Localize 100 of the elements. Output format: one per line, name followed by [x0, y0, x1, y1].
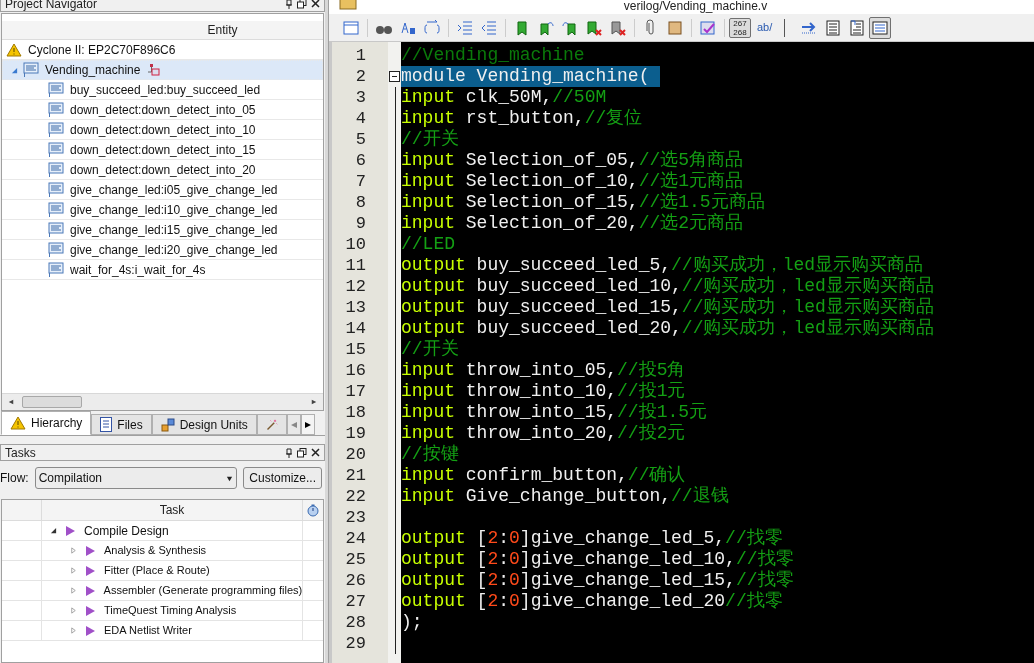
tree-item[interactable]: down_detect:down_detect_into_15 — [2, 140, 323, 160]
entity-icon — [48, 201, 64, 218]
task-item[interactable]: Fitter (Place & Route) — [104, 562, 210, 579]
code-line: input Give_change_button,//退钱 — [401, 486, 729, 507]
line-number: 14 — [344, 318, 367, 339]
line-number: 23 — [344, 507, 367, 528]
scroll-right-icon[interactable] — [311, 399, 317, 405]
line-number: 7 — [354, 171, 367, 192]
code-line: output [2:0]give_change_led_10,//找零 — [401, 549, 794, 570]
warning-triangle-icon — [6, 42, 22, 57]
line-number: 9 — [354, 213, 367, 234]
tree-item[interactable]: give_change_led:i05_give_change_led — [2, 180, 323, 200]
line-number: 25 — [344, 549, 367, 570]
text-page-flag-icon[interactable] — [848, 18, 867, 37]
float-window-icon[interactable] — [297, 447, 307, 458]
tree-item[interactable]: buy_succeed_led:buy_succeed_led — [2, 80, 323, 100]
code-line: input Selection_of_05,//选5角商品 — [401, 150, 744, 171]
entity-icon — [48, 261, 64, 278]
entity-icon — [48, 161, 64, 178]
horizontal-scrollbar[interactable] — [2, 393, 323, 410]
code-line: input rst_button,//复位 — [401, 108, 643, 129]
entity-icon — [48, 101, 64, 118]
pin-icon[interactable] — [285, 0, 293, 9]
code-line: output [2:0]give_change_led_20//找零 — [401, 591, 783, 612]
code-line: input throw_into_15,//投1.5元 — [401, 402, 708, 423]
code-line: output buy_succeed_led_20,//购买成功，led显示购买商品 — [401, 318, 934, 339]
line-number: 20 — [344, 444, 367, 465]
play-icon — [85, 564, 96, 577]
code-line: input Selection_of_15,//选1.5元商品 — [401, 192, 765, 213]
fold-collapse-icon[interactable] — [389, 71, 400, 82]
line-number: 6 — [354, 150, 367, 171]
float-window-icon[interactable] — [297, 0, 307, 9]
task-item[interactable]: Analysis & Synthesis — [104, 542, 207, 559]
window-icon[interactable] — [342, 18, 360, 37]
tree-item[interactable]: down_detect:down_detect_into_20 — [2, 160, 323, 180]
code-line: input throw_into_10,//投1元 — [401, 381, 686, 402]
tree-item[interactable]: give_change_led:i20_give_change_led — [2, 240, 323, 260]
scrollbar-thumb[interactable] — [22, 396, 82, 408]
dropdown-caret-icon[interactable] — [226, 474, 234, 482]
line-number: 27 — [344, 591, 367, 612]
customize-button[interactable]: Customize... — [243, 467, 322, 489]
tree-item[interactable]: Vending_machine — [2, 60, 323, 80]
line-number: 12 — [344, 276, 367, 297]
play-icon — [84, 584, 96, 597]
task-item[interactable]: Assembler (Generate programming files) — [103, 582, 303, 599]
blocks-icon — [160, 417, 175, 432]
tree-item[interactable]: down_detect:down_detect_into_05 — [2, 100, 323, 120]
code-line: //开关 — [401, 339, 459, 360]
play-icon — [85, 624, 96, 637]
line-number: 11 — [344, 255, 367, 276]
panel-view-button[interactable] — [869, 16, 892, 39]
warning-triangle-icon — [10, 416, 26, 430]
code-line: //按键 — [401, 444, 459, 465]
hierarchy-icon — [146, 64, 161, 76]
tree-item[interactable]: give_change_led:i15_give_change_led — [2, 220, 323, 240]
scroll-right-icon[interactable] — [303, 420, 312, 429]
entity-icon — [48, 121, 64, 138]
task-item[interactable]: TimeQuest Timing Analysis — [104, 602, 237, 619]
panel-tab[interactable]: Files — [91, 414, 152, 435]
entity-icon — [48, 81, 64, 98]
line-number: 10 — [344, 234, 367, 255]
tree-item[interactable]: give_change_led:i10_give_change_led — [2, 200, 323, 220]
flow-dropdown[interactable]: Compilation — [34, 467, 238, 489]
panel-tab[interactable]: Design Units — [151, 414, 257, 435]
line-number: 13 — [344, 297, 367, 318]
bookmark-delete-icon[interactable] — [585, 18, 603, 37]
panel-tab[interactable]: Hierarchy — [1, 411, 92, 435]
expand-arrow-icon[interactable] — [50, 527, 57, 534]
line-number: 22 — [344, 486, 367, 507]
tree-item[interactable]: wait_for_4s:i_wait_for_4s — [2, 260, 323, 280]
panel-layout-icon — [872, 20, 889, 35]
code-editor[interactable] — [401, 42, 1034, 663]
task-item[interactable]: EDA Netlist Writer — [104, 622, 192, 639]
line-number: 26 — [344, 570, 367, 591]
code-line: output [2:0]give_change_led_5,//找零 — [401, 528, 783, 549]
task-item[interactable]: Compile Design — [84, 521, 169, 540]
brace-arrow-icon[interactable] — [423, 18, 441, 37]
line-number: 1 — [354, 45, 367, 66]
code-line: //开关 — [401, 129, 459, 150]
code-line: input Selection_of_10,//选1元商品 — [401, 171, 744, 192]
file-title: verilog/Vending_machine.v — [622, 0, 769, 15]
entity-icon — [23, 62, 39, 78]
code-line: input throw_into_05,//投5角 — [401, 360, 686, 381]
code-line: output [2:0]give_change_led_15,//找零 — [401, 570, 794, 591]
checklist-icon[interactable] — [699, 18, 717, 37]
code-line: output buy_succeed_led_15,//购买成功，led显示购买商品 — [401, 297, 934, 318]
entity-icon — [48, 181, 64, 198]
bookmarks-clear-icon[interactable] — [609, 18, 627, 37]
close-icon[interactable] — [311, 0, 320, 8]
code-line: output buy_succeed_led_10,//购买成功，led显示购买商品 — [401, 276, 934, 297]
scroll-left-icon[interactable] — [8, 399, 14, 405]
tree-item[interactable]: down_detect:down_detect_into_10 — [2, 120, 323, 140]
pin-icon[interactable] — [285, 447, 293, 458]
entity-icon — [48, 241, 64, 258]
device-label: Cyclone II: EP2C70F896C6 — [28, 41, 176, 59]
close-icon[interactable] — [311, 448, 320, 457]
line-numbers-button[interactable]: 267 268 — [729, 17, 751, 38]
replace-text-button[interactable]: ab/ — [757, 19, 773, 36]
text-page-icon[interactable] — [824, 18, 843, 37]
play-icon — [65, 524, 76, 537]
